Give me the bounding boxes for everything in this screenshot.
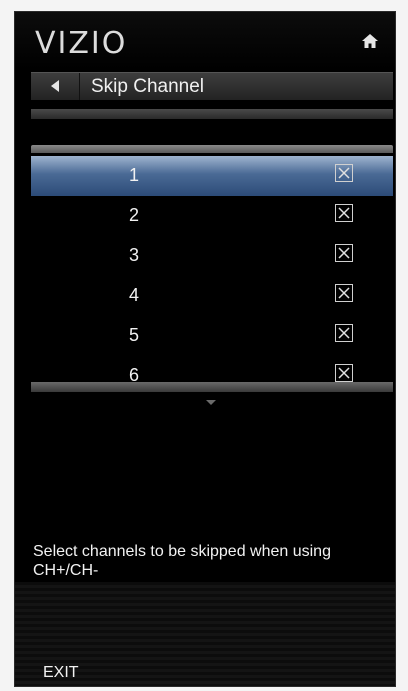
channel-number: 1 [129,165,140,185]
checkbox-x-icon[interactable] [335,164,353,182]
vizio-logo: VIZIO [35,26,128,61]
channel-row-5[interactable]: 5 [31,316,393,356]
back-arrow-icon[interactable] [51,80,59,92]
checkbox-x-icon[interactable] [335,244,353,262]
tv-menu-panel: VIZIO Skip Channel 1 2 3 4 5 6 Select ch… [14,11,396,687]
checkbox-x-icon[interactable] [335,324,353,342]
channel-row-3[interactable]: 3 [31,236,393,276]
channel-row-4[interactable]: 4 [31,276,393,316]
channel-row-1[interactable]: 1 [31,156,393,196]
exit-button[interactable]: EXIT [43,664,79,682]
channel-number: 3 [129,245,140,265]
scroll-down-icon[interactable] [206,400,216,405]
checkbox-x-icon[interactable] [335,284,353,302]
sub-header-bar [31,109,393,119]
checkbox-x-icon[interactable] [335,364,353,382]
channel-number: 5 [129,325,140,345]
header: VIZIO [15,12,395,70]
channel-number: 4 [129,285,140,305]
help-description: Select channels to be skipped when using… [33,543,331,579]
home-icon[interactable] [361,32,379,50]
list-scroll-bottom[interactable] [31,382,393,392]
list-scroll-top [31,145,393,153]
title-divider [79,73,80,100]
menu-title-bar: Skip Channel [31,72,393,100]
channel-number: 2 [129,205,140,225]
checkbox-x-icon[interactable] [335,204,353,222]
channel-row-2[interactable]: 2 [31,196,393,236]
channel-list: 1 2 3 4 5 6 [31,156,393,396]
page-title: Skip Channel [91,76,205,97]
